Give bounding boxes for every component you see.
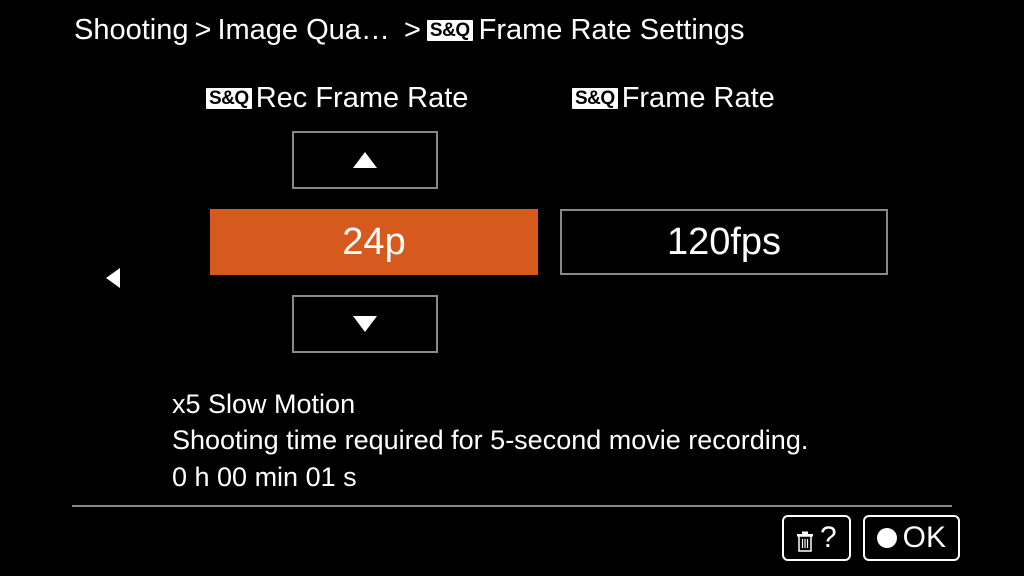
nav-left-button[interactable] [106, 268, 120, 288]
chevron-right-icon: > [396, 14, 421, 47]
ok-button[interactable]: OK [863, 515, 960, 561]
shooting-time-description: Shooting time required for 5-second movi… [172, 422, 808, 458]
breadcrumb: Shooting > Image Qua… > S&Q Frame Rate S… [74, 14, 745, 47]
frame-rate-value[interactable]: 120fps [560, 209, 888, 275]
rec-frame-rate-header: S&Q Rec Frame Rate [206, 82, 468, 115]
info-text: x5 Slow Motion Shooting time required fo… [172, 386, 808, 495]
rec-frame-rate-label: Rec Frame Rate [256, 82, 469, 115]
breadcrumb-item-image-quality[interactable]: Image Qua… [217, 14, 389, 47]
divider [72, 505, 952, 507]
slow-motion-label: x5 Slow Motion [172, 386, 808, 422]
breadcrumb-item-shooting[interactable]: Shooting [74, 14, 189, 47]
sq-badge-icon: S&Q [427, 20, 473, 41]
increment-button[interactable] [292, 131, 438, 189]
triangle-down-icon [353, 316, 377, 332]
breadcrumb-item-frame-rate: Frame Rate Settings [479, 14, 745, 47]
frame-rate-header: S&Q Frame Rate [572, 82, 775, 115]
chevron-right-icon: > [195, 14, 212, 47]
triangle-left-icon [106, 268, 120, 288]
sq-badge-icon: S&Q [572, 88, 618, 109]
decrement-button[interactable] [292, 295, 438, 353]
frame-rate-text: 120fps [667, 221, 781, 264]
frame-rate-label: Frame Rate [622, 82, 775, 115]
triangle-up-icon [353, 152, 377, 168]
help-label: ? [820, 521, 837, 555]
rec-frame-rate-value[interactable]: 24p [210, 209, 538, 275]
rec-frame-rate-text: 24p [342, 221, 405, 264]
shooting-time-value: 0 h 00 min 01 s [172, 459, 808, 495]
help-button[interactable]: ? [782, 515, 851, 561]
circle-icon [877, 528, 897, 548]
sq-badge-icon: S&Q [206, 88, 252, 109]
ok-label: OK [903, 521, 946, 555]
footer-buttons: ? OK [782, 515, 960, 561]
trash-icon [796, 527, 814, 549]
